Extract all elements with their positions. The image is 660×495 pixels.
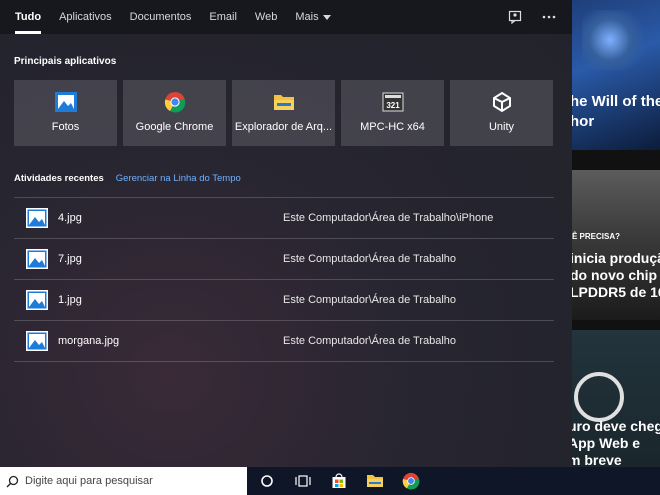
image-file-icon (26, 290, 48, 310)
article-card-2: Ê PRECISA? inicia produçã do novo chip L… (572, 170, 660, 320)
file-path: Este Computador\Área de Trabalho (283, 294, 457, 306)
whatsapp-logo-icon (574, 372, 624, 422)
taskbar (0, 467, 660, 495)
article-tag-2: Ê PRECISA? (572, 232, 621, 241)
file-path: Este Computador\Área de Trabalho (283, 335, 457, 347)
app-label: MPC-HC x64 (360, 121, 425, 133)
recent-activities-heading: Atividades recentes (14, 173, 104, 184)
top-apps-heading: Principais aplicativos (14, 56, 117, 67)
app-tile-unity[interactable]: Unity (450, 80, 553, 146)
task-view-icon[interactable] (285, 467, 321, 495)
file-name: 7.jpg (58, 253, 82, 265)
file-path: Este Computador\Área de Trabalho (283, 253, 457, 265)
tab-more[interactable]: Mais (286, 0, 339, 34)
tab-more-label: Mais (295, 11, 319, 23)
file-path: Este Computador\Área de Trabalho\iPhone (283, 212, 494, 224)
panel-tools (506, 8, 558, 26)
article-card-1: he Will of the hor (572, 0, 660, 150)
recent-item[interactable]: morgana.jpg Este Computador\Área de Trab… (14, 321, 554, 362)
more-options-icon[interactable] (540, 8, 558, 26)
top-apps-list: Fotos Google Chrome Explorador de Arq...… (14, 80, 553, 146)
app-label: Google Chrome (135, 121, 214, 133)
tab-all[interactable]: Tudo (6, 0, 50, 34)
app-tile-chrome[interactable]: Google Chrome (123, 80, 226, 146)
search-icon (6, 475, 19, 487)
manage-timeline-link[interactable]: Gerenciar na Linha do Tempo (116, 173, 241, 184)
article-headline-2: inicia produçã do novo chip LPDDR5 de 16 (572, 250, 660, 300)
feedback-icon[interactable] (506, 8, 524, 26)
recent-activities-header: Atividades recentes Gerenciar na Linha d… (14, 173, 241, 184)
file-name: morgana.jpg (58, 335, 120, 347)
app-label: Explorador de Arq... (234, 121, 333, 133)
recent-activities-list: 4.jpg Este Computador\Área de Trabalho\i… (14, 197, 554, 362)
tab-web[interactable]: Web (246, 0, 286, 34)
article-headline-3: uro deve chega App Web e m breve (572, 418, 660, 467)
tab-apps[interactable]: Aplicativos (50, 0, 121, 34)
cortana-icon[interactable] (249, 467, 285, 495)
file-explorer-icon[interactable] (357, 467, 393, 495)
article-image-1 (582, 10, 652, 70)
file-name: 1.jpg (58, 294, 82, 306)
recent-item[interactable]: 4.jpg Este Computador\Área de Trabalho\i… (14, 198, 554, 239)
tab-email[interactable]: Email (200, 0, 246, 34)
store-icon[interactable] (321, 467, 357, 495)
unity-icon (491, 91, 513, 113)
file-explorer-icon (273, 91, 295, 113)
app-label: Unity (488, 121, 515, 133)
photos-icon (54, 91, 77, 113)
search-tabs: Tudo Aplicativos Documentos Email Web Ma… (0, 0, 572, 34)
recent-item[interactable]: 1.jpg Este Computador\Área de Trabalho (14, 280, 554, 321)
app-tile-photos[interactable]: Fotos (14, 80, 117, 146)
image-file-icon (26, 249, 48, 269)
image-file-icon (26, 331, 48, 351)
chrome-icon[interactable] (393, 467, 429, 495)
image-file-icon (26, 208, 48, 228)
recent-item[interactable]: 7.jpg Este Computador\Área de Trabalho (14, 239, 554, 280)
app-tile-file-explorer[interactable]: Explorador de Arq... (232, 80, 335, 146)
caret-down-icon (322, 14, 331, 20)
file-name: 4.jpg (58, 212, 82, 224)
taskbar-search-box[interactable] (0, 467, 247, 495)
article-card-3: uro deve chega App Web e m breve (572, 330, 660, 467)
chrome-icon (164, 91, 186, 113)
mpc-hc-icon: 321 (382, 91, 404, 113)
search-panel: Tudo Aplicativos Documentos Email Web Ma… (0, 0, 572, 467)
background-webpage: he Will of the hor Ê PRECISA? inicia pro… (572, 0, 660, 467)
article-headline-1: he Will of the hor (572, 93, 660, 130)
svg-text:321: 321 (386, 101, 400, 110)
search-input[interactable] (25, 475, 235, 487)
tab-documents[interactable]: Documentos (121, 0, 201, 34)
app-label: Fotos (51, 121, 80, 133)
app-tile-mpc-hc[interactable]: 321 MPC-HC x64 (341, 80, 444, 146)
